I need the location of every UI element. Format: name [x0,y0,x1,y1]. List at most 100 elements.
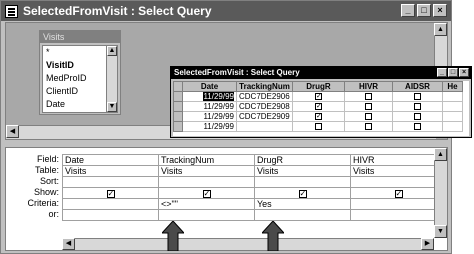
drugr-checkbox[interactable] [315,123,322,131]
design-grid-hscroll[interactable]: ◀ ▶ [62,238,434,250]
date-cell: 11/29/99 [203,92,234,101]
grid-cell-criteria[interactable]: <>"" [158,198,255,210]
field-row: Date TrackingNum DrugR HIVR [62,154,447,166]
date-cell[interactable]: 11/29/99 [182,101,237,112]
record-selector[interactable] [173,121,183,132]
hivr-checkbox[interactable] [365,93,372,101]
close-button[interactable]: × [433,4,447,17]
date-cell[interactable]: 11/29/99 [182,121,237,132]
row-label-show: Show: [33,187,59,197]
grid-cell-or[interactable] [254,209,351,221]
design-grid-vscroll[interactable]: ▲ ▼ [434,148,447,238]
record-selector[interactable] [173,91,183,102]
row-label-sort: Sort: [39,176,59,186]
grid-cell-sort[interactable] [158,176,255,188]
hivr-checkbox[interactable] [365,103,372,111]
drugr-checkbox[interactable]: ✓ [315,103,322,111]
datasheet-window[interactable]: SelectedFromVisit : Select Query _ □ × D… [170,66,472,138]
column-header[interactable]: HIVR [344,81,393,92]
grid-cell-sort[interactable] [254,176,351,188]
close-icon: × [437,5,443,15]
date-cell[interactable]: 11/29/99 [182,111,237,122]
datasheet-title-bar[interactable]: SelectedFromVisit : Select Query _ □ × [171,67,471,79]
show-checkbox[interactable]: ✓ [106,190,115,198]
grid-cell-field[interactable]: HIVR [350,154,447,166]
table-row[interactable]: 11/29/99 CDC7DE2909 ✓ [173,111,463,122]
datasheet-header: Date TrackingNum DrugR HIVR AIDSR He [173,81,463,92]
scroll-down-icon[interactable]: ▼ [434,225,447,238]
scroll-up-icon[interactable]: ▲ [434,148,447,161]
record-selector-header[interactable] [173,81,183,92]
grid-cell-table[interactable]: Visits [62,165,159,177]
up-arrow-icon [160,220,186,252]
minimize-icon[interactable]: _ [437,68,447,77]
query-window-icon[interactable] [5,4,18,18]
scroll-left-icon[interactable]: ◀ [62,238,75,250]
show-checkbox[interactable]: ✓ [298,190,307,198]
drugr-checkbox[interactable]: ✓ [315,113,322,121]
aidsr-checkbox[interactable] [414,113,421,121]
column-header[interactable]: Date [182,81,237,92]
field-list-scrollbar[interactable]: ▲ ▼ [106,46,117,112]
show-checkbox[interactable]: ✓ [202,190,211,198]
grid-cell-field[interactable]: TrackingNum [158,154,255,166]
aidsr-checkbox[interactable] [414,93,421,101]
grid-cell-sort[interactable] [350,176,447,188]
drugr-checkbox[interactable]: ✓ [315,93,322,101]
grid-cell-or[interactable] [350,209,447,221]
grid-cell-or[interactable] [62,209,159,221]
tracking-cell[interactable]: CDC7DE2908 [236,101,293,112]
grid-cell-field[interactable]: DrugR [254,154,351,166]
aidsr-checkbox[interactable] [414,103,421,111]
design-grid-pane[interactable]: Field: Table: Sort: Show: Criteria: or: … [5,147,448,252]
table-row[interactable]: 11/29/99 CDC7DE2906 ✓ [173,91,463,102]
grid-cell-criteria[interactable]: Yes [254,198,351,210]
row-label-field: Field: [36,154,59,164]
column-header[interactable]: He [442,81,463,92]
field-list-body[interactable]: * VisitID MedProID ClientID Date ▲ ▼ [42,45,118,113]
grid-cell-table[interactable]: Visits [254,165,351,177]
hivr-checkbox[interactable] [365,113,372,121]
table-row[interactable]: 11/29/99 CDC7DE2908 ✓ [173,101,463,112]
grid-cell-table[interactable]: Visits [350,165,447,177]
show-checkbox[interactable]: ✓ [394,190,403,198]
or-row [62,209,447,221]
up-arrow-icon [260,220,286,252]
grid-cell-field[interactable]: Date [62,154,159,166]
sort-row [62,176,447,188]
scroll-down-icon[interactable]: ▼ [107,102,117,112]
record-selector[interactable] [173,101,183,112]
grid-cell-sort[interactable] [62,176,159,188]
column-header[interactable]: TrackingNum [236,81,293,92]
tracking-cell[interactable]: CDC7DE2906 [236,91,293,102]
window-title: SelectedFromVisit : Select Query [23,4,212,18]
title-bar[interactable]: SelectedFromVisit : Select Query _ □ × [1,1,451,21]
grid-cell-table[interactable]: Visits [158,165,255,177]
record-selector[interactable] [173,111,183,122]
scroll-up-icon[interactable]: ▲ [434,23,447,36]
maximize-button[interactable]: □ [417,4,431,17]
tracking-cell[interactable] [236,121,293,132]
column-header[interactable]: DrugR [292,81,345,92]
datasheet-grid: Date TrackingNum DrugR HIVR AIDSR He 11/… [173,81,469,136]
minimize-icon: _ [405,5,411,15]
visits-field-list[interactable]: Visits * VisitID MedProID ClientID Date … [39,30,121,115]
close-icon[interactable]: × [459,68,469,77]
tracking-cell[interactable]: CDC7DE2909 [236,111,293,122]
scroll-left-icon[interactable]: ◀ [6,125,19,138]
field-list-title[interactable]: Visits [40,31,120,43]
scroll-up-icon[interactable]: ▲ [107,46,117,56]
table-row: Visits Visits Visits Visits [62,165,447,177]
show-row: ✓ ✓ ✓ ✓ [62,187,447,199]
grid-cell-criteria[interactable] [62,198,159,210]
table-row[interactable]: 11/29/99 [173,121,463,132]
grid-cell-criteria[interactable] [350,198,447,210]
hivr-checkbox[interactable] [365,123,372,131]
design-grid: Date TrackingNum DrugR HIVR Visits Visit… [62,154,447,221]
grid-cell-or[interactable] [158,209,255,221]
column-header[interactable]: AIDSR [392,81,443,92]
aidsr-checkbox[interactable] [414,123,421,131]
minimize-button[interactable]: _ [401,4,415,17]
scroll-right-icon[interactable]: ▶ [421,238,434,250]
maximize-icon[interactable]: □ [448,68,458,77]
